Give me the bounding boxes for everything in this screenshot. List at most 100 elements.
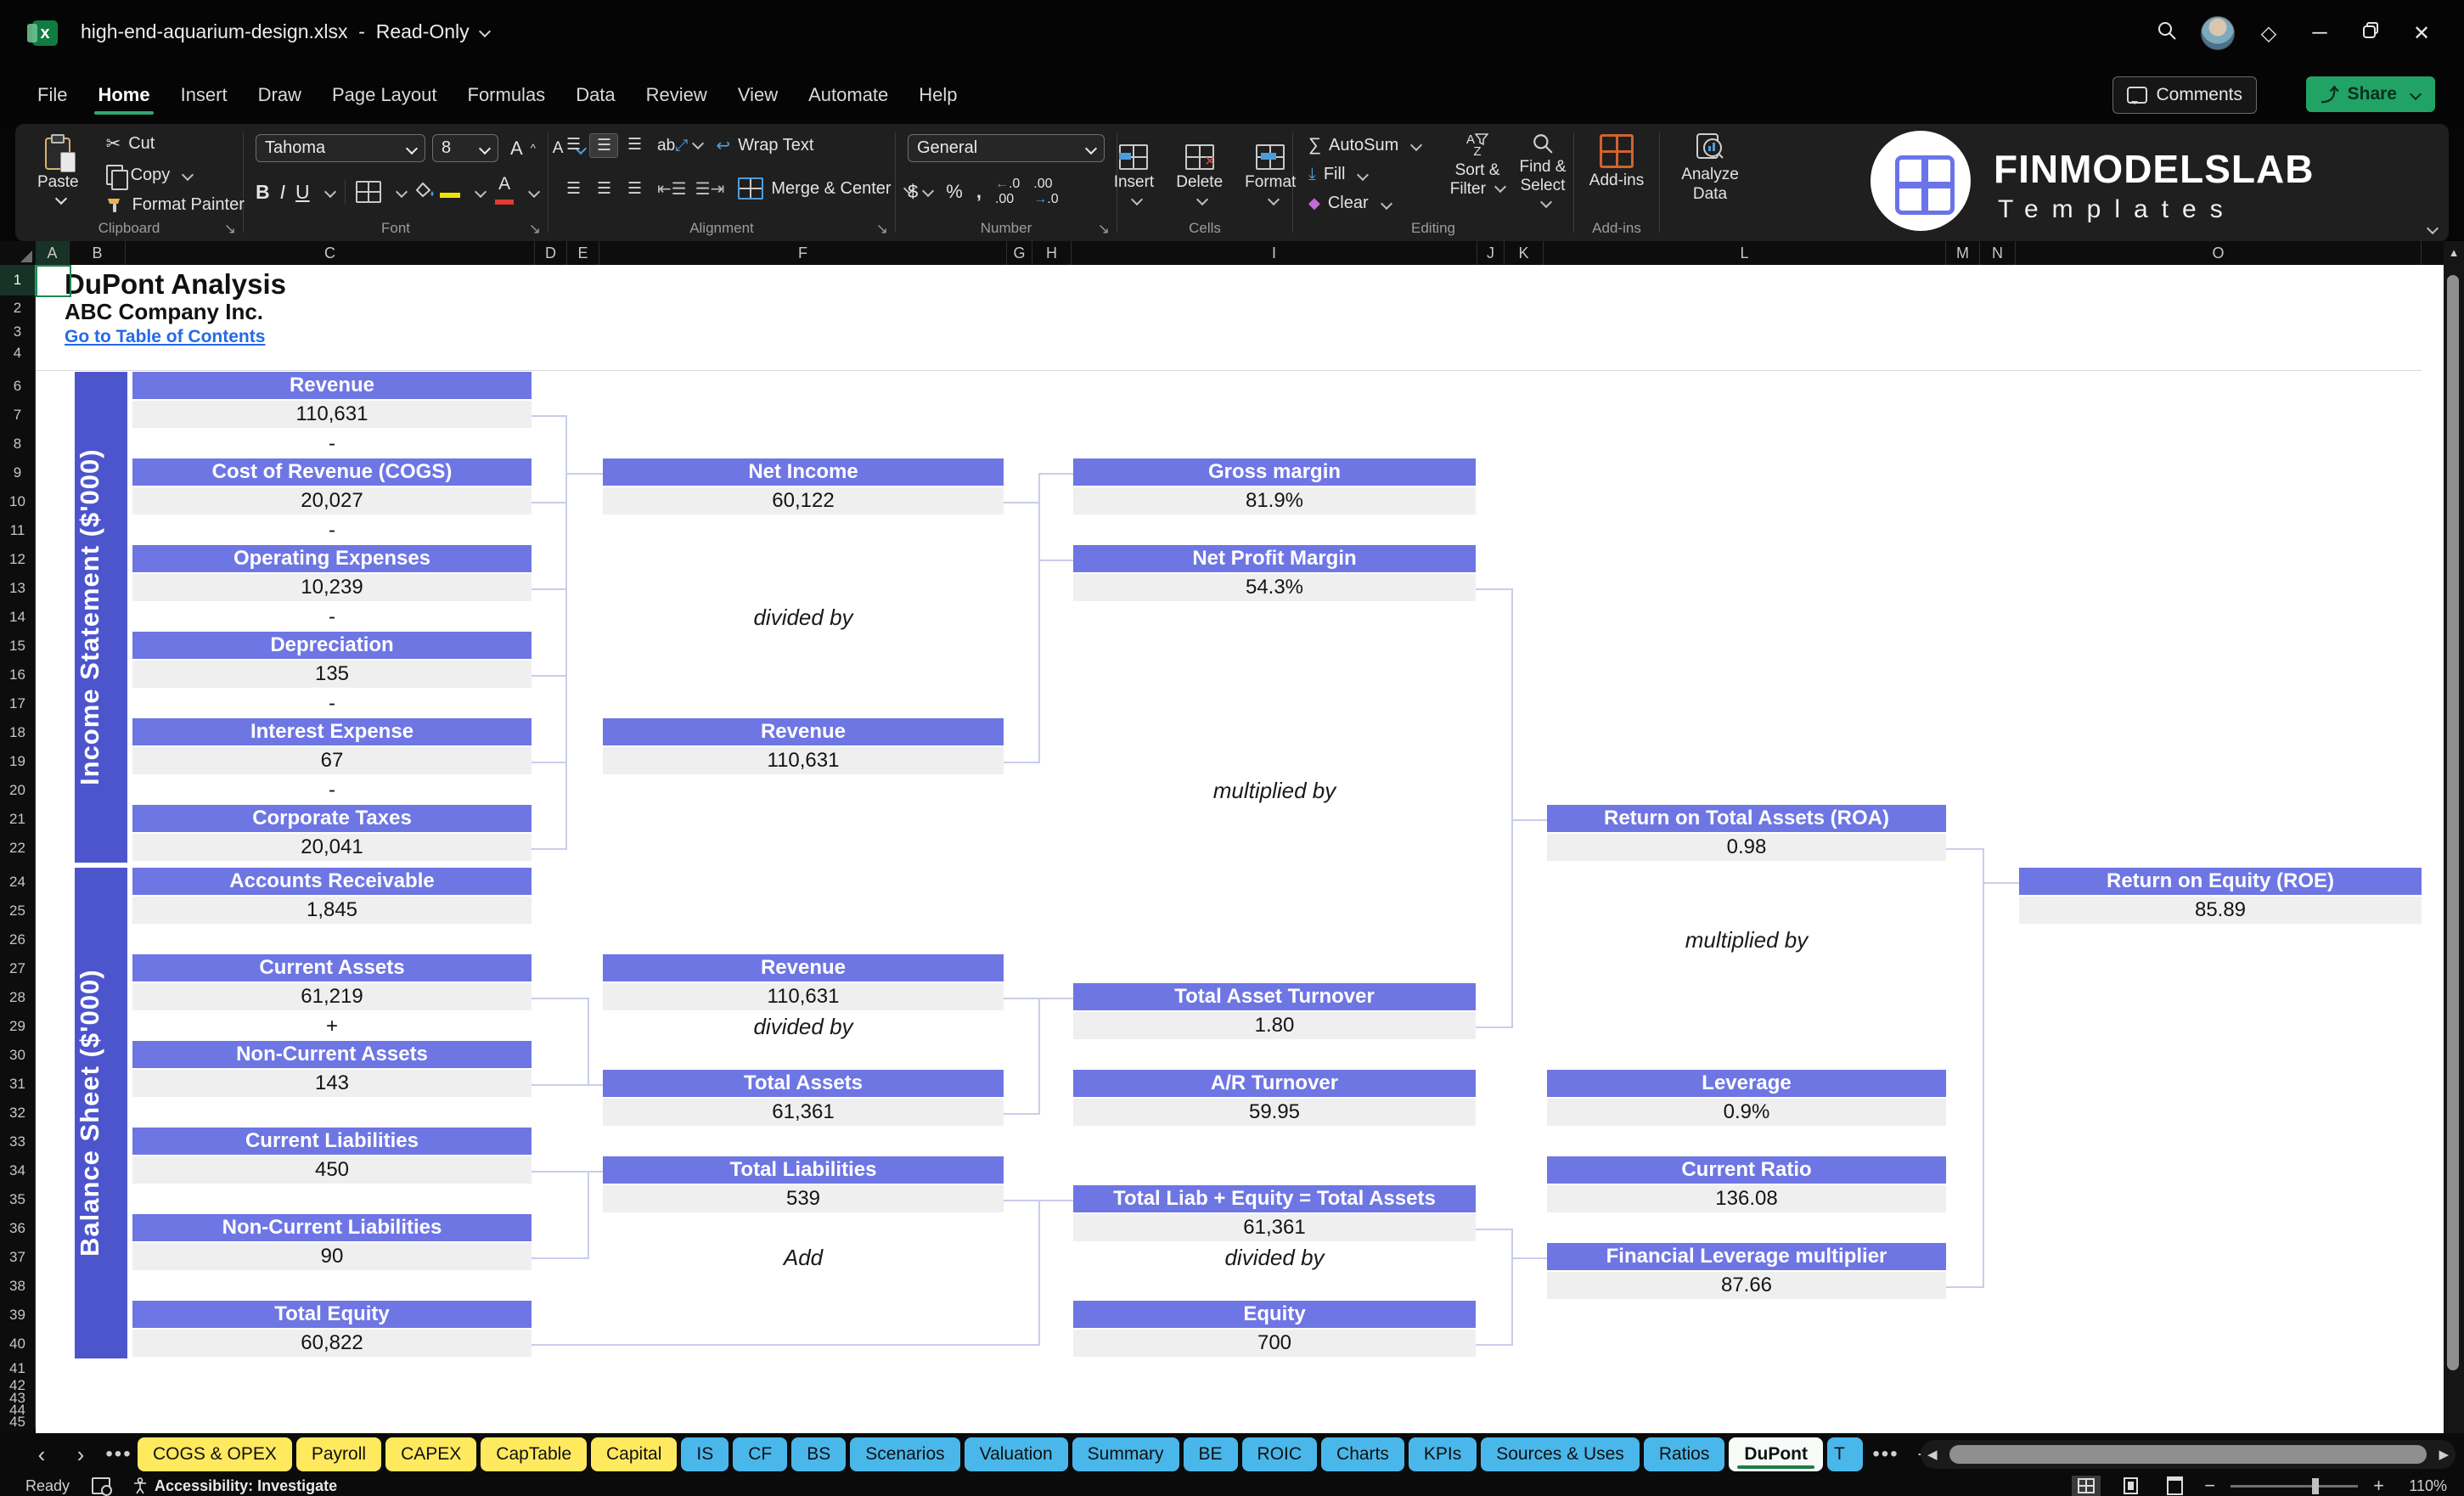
clipboard-dialog-launcher[interactable]: ↘ <box>224 221 236 238</box>
box-ar-value[interactable]: 1,845 <box>132 897 532 924</box>
borders-button[interactable] <box>356 181 381 203</box>
box-ta-header[interactable]: Total Assets <box>603 1070 1004 1097</box>
box-rev2-value[interactable]: 110,631 <box>603 747 1004 774</box>
sheet-tab-scenarios[interactable]: Scenarios <box>850 1437 959 1471</box>
box-art-header[interactable]: A/R Turnover <box>1073 1070 1476 1097</box>
clear-button[interactable]: ◆Clear <box>1303 191 1426 216</box>
find-select-button[interactable]: Find & Select <box>1504 131 1582 216</box>
box-rev3-value[interactable]: 110,631 <box>603 983 1004 1010</box>
menu-file[interactable]: File <box>22 72 82 118</box>
close-button[interactable]: ✕ <box>2396 21 2447 46</box>
normal-view-button[interactable] <box>2072 1476 2101 1496</box>
zoom-out-button[interactable]: − <box>2204 1475 2215 1496</box>
addins-button[interactable]: Add-ins <box>1574 132 1659 192</box>
box-ni-value[interactable]: 60,122 <box>603 487 1004 515</box>
row-header-5[interactable] <box>0 363 36 372</box>
avatar[interactable] <box>2192 16 2243 50</box>
row-header-37[interactable]: 37 <box>0 1243 36 1272</box>
column-header-E[interactable]: E <box>567 241 599 265</box>
row-header-8[interactable]: 8 <box>0 430 36 458</box>
column-header-K[interactable]: K <box>1505 241 1544 265</box>
box-cl-header[interactable]: Current Liabilities <box>132 1128 532 1155</box>
sheet-tab-be[interactable]: BE <box>1184 1437 1238 1471</box>
box-eq-value[interactable]: 700 <box>1073 1330 1476 1357</box>
row-header-12[interactable]: 12 <box>0 545 36 574</box>
align-bottom-button[interactable]: ☰ <box>620 133 649 158</box>
sheet-tab-payroll[interactable]: Payroll <box>296 1437 381 1471</box>
zoom-level[interactable]: 110% <box>2399 1477 2447 1495</box>
box-roe-value[interactable]: 85.89 <box>2019 897 2422 924</box>
number-format-select[interactable]: General <box>908 134 1105 162</box>
row-header-31[interactable]: 31 <box>0 1070 36 1099</box>
font-color-chevron-icon[interactable] <box>528 186 540 198</box>
align-center-button[interactable]: ☰ <box>589 177 618 200</box>
box-art-value[interactable]: 59.95 <box>1073 1099 1476 1126</box>
row-header-26[interactable]: 26 <box>0 925 36 954</box>
box-te-value[interactable]: 60,822 <box>132 1330 532 1357</box>
box-tl-header[interactable]: Total Liabilities <box>603 1156 1004 1184</box>
row-header-3[interactable]: 3 <box>0 321 36 343</box>
box-gm-header[interactable]: Gross margin <box>1073 458 1476 486</box>
page-layout-view-button[interactable] <box>2116 1476 2145 1496</box>
row-header-29[interactable]: 29 <box>0 1012 36 1041</box>
align-top-button[interactable]: ☰ <box>559 133 588 158</box>
delete-cells-button[interactable]: ✕ Delete <box>1167 143 1231 205</box>
box-opex-value[interactable]: 10,239 <box>132 574 532 601</box>
row-header-10[interactable]: 10 <box>0 487 36 516</box>
column-header-B[interactable]: B <box>70 241 126 265</box>
menu-automate[interactable]: Automate <box>793 72 903 118</box>
sheet-tab-cf[interactable]: CF <box>733 1437 787 1471</box>
box-ar-header[interactable]: Accounts Receivable <box>132 868 532 895</box>
align-middle-button[interactable]: ☰ <box>589 133 618 158</box>
scroll-right-icon[interactable]: ▶ <box>2432 1447 2456 1462</box>
horizontal-scrollbar[interactable]: ◀ ▶ <box>1921 1440 2456 1469</box>
underline-chevron-icon[interactable] <box>324 186 336 198</box>
sheet-tab-capital[interactable]: Capital <box>591 1437 677 1471</box>
box-eq-header[interactable]: Equity <box>1073 1301 1476 1328</box>
box-tl-value[interactable]: 539 <box>603 1185 1004 1212</box>
box-tlet-value[interactable]: 61,361 <box>1073 1214 1476 1241</box>
comments-button[interactable]: Comments <box>2112 76 2257 114</box>
title-chevron-down-icon[interactable] <box>479 25 491 37</box>
menu-view[interactable]: View <box>723 72 793 118</box>
page-break-view-button[interactable] <box>2160 1476 2189 1496</box>
row-header-11[interactable]: 11 <box>0 516 36 545</box>
row-header-34[interactable]: 34 <box>0 1156 36 1185</box>
zoom-slider-thumb[interactable] <box>2312 1478 2319 1494</box>
insert-cells-button[interactable]: Insert <box>1105 143 1163 205</box>
menu-data[interactable]: Data <box>560 72 630 118</box>
menu-formulas[interactable]: Formulas <box>453 72 561 118</box>
row-header-22[interactable]: 22 <box>0 834 36 863</box>
currency-format-button[interactable]: $ <box>908 181 932 203</box>
fill-color-button[interactable] <box>416 183 460 202</box>
box-tat-header[interactable]: Total Asset Turnover <box>1073 983 1476 1010</box>
box-flm-value[interactable]: 87.66 <box>1547 1272 1946 1299</box>
sheet-tab-t[interactable]: T <box>1827 1437 1863 1471</box>
font-color-button[interactable]: A <box>495 177 514 207</box>
increase-indent-button[interactable]: ☰⇥ <box>695 178 725 200</box>
box-ncl-header[interactable]: Non-Current Liabilities <box>132 1214 532 1241</box>
fill-button[interactable]: ⤓Fill <box>1303 162 1426 187</box>
accessibility-status[interactable]: Accessibility: Investigate <box>155 1477 337 1495</box>
italic-button[interactable]: I <box>280 181 285 204</box>
box-ncl-value[interactable]: 90 <box>132 1243 532 1270</box>
search-icon[interactable] <box>2141 20 2192 47</box>
scroll-left-icon[interactable]: ◀ <box>1921 1447 1944 1462</box>
sheet-tab-capex[interactable]: CAPEX <box>385 1437 476 1471</box>
box-tax-value[interactable]: 20,041 <box>132 834 532 861</box>
row-header-41[interactable]: 41 <box>0 1358 36 1379</box>
zoom-in-button[interactable]: + <box>2373 1475 2384 1496</box>
row-header-38[interactable]: 38 <box>0 1272 36 1301</box>
align-right-button[interactable]: ☰ <box>620 177 649 200</box>
menu-insert[interactable]: Insert <box>166 72 243 118</box>
horizontal-scroll-thumb[interactable] <box>1949 1445 2427 1464</box>
row-header-18[interactable]: 18 <box>0 718 36 747</box>
sheet-tab-charts[interactable]: Charts <box>1321 1437 1404 1471</box>
sheet-tab-bs[interactable]: BS <box>791 1437 846 1471</box>
box-lev-header[interactable]: Leverage <box>1547 1070 1946 1097</box>
box-nca-header[interactable]: Non-Current Assets <box>132 1041 532 1068</box>
box-rev2-header[interactable]: Revenue <box>603 718 1004 745</box>
column-header-H[interactable]: H <box>1032 241 1072 265</box>
vertical-scrollbar[interactable]: ▲ <box>2444 241 2464 1433</box>
box-dep-header[interactable]: Depreciation <box>132 632 532 659</box>
